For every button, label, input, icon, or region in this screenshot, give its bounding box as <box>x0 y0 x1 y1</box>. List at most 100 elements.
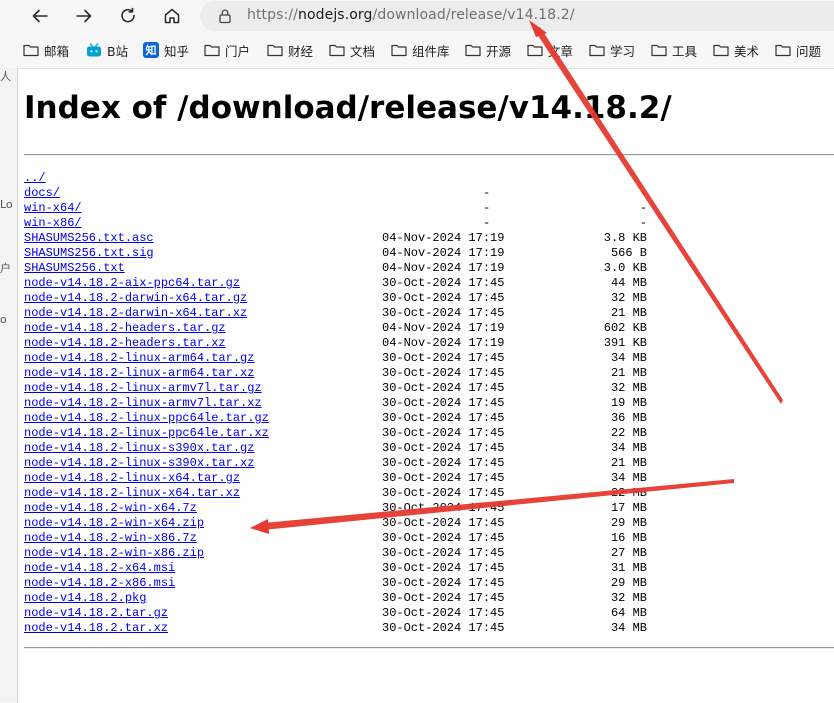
file-date: - <box>483 201 491 215</box>
file-date: 30-Oct-2024 17:45 <box>382 531 505 545</box>
folder-icon <box>204 42 220 58</box>
folder-icon <box>527 42 543 58</box>
bookmark-wenzhang[interactable]: 文章 <box>527 40 573 60</box>
file-date: 30-Oct-2024 17:45 <box>382 516 505 530</box>
file-size: 29 MB <box>610 576 647 590</box>
file-link[interactable]: SHASUMS256.txt.asc <box>24 231 154 246</box>
file-link[interactable]: node-v14.18.2-linux-ppc64le.tar.gz <box>24 411 269 426</box>
file-link[interactable]: node-v14.18.2-linux-ppc64le.tar.xz <box>24 426 269 441</box>
file-link[interactable]: node-v14.18.2-linux-armv7l.tar.gz <box>24 381 262 396</box>
file-size: 17 MB <box>610 501 647 515</box>
url-scheme: https:// <box>247 7 298 23</box>
background-text: Lo <box>0 198 13 211</box>
bookmark-gongju[interactable]: 工具 <box>651 40 697 60</box>
file-size: - <box>639 216 647 230</box>
file-link[interactable]: node-v14.18.2.pkg <box>24 591 146 606</box>
file-link[interactable]: SHASUMS256.txt <box>24 261 125 276</box>
file-link[interactable]: node-v14.18.2-aix-ppc64.tar.gz <box>24 276 240 291</box>
file-size: - <box>639 201 647 215</box>
bookmark-kaiyuan[interactable]: 开源 <box>465 40 511 60</box>
file-link[interactable]: node-v14.18.2-x86.msi <box>24 576 175 591</box>
file-date: 30-Oct-2024 17:45 <box>382 396 505 410</box>
file-link[interactable]: docs/ <box>24 186 60 201</box>
file-link[interactable]: node-v14.18.2-headers.tar.xz <box>24 336 226 351</box>
file-date: 30-Oct-2024 17:45 <box>382 426 505 440</box>
reload-icon <box>121 7 135 23</box>
file-size: 16 MB <box>610 531 647 545</box>
bookmark-zhihu[interactable]: 知 知乎 <box>143 40 189 60</box>
file-link[interactable]: node-v14.18.2-linux-x64.tar.xz <box>24 486 240 501</box>
home-button[interactable] <box>160 4 184 28</box>
bookmark-meishu[interactable]: 美术 <box>713 40 759 60</box>
forward-button[interactable] <box>72 4 96 28</box>
file-size: 34 MB <box>610 471 647 485</box>
file-link[interactable]: win-x86/ <box>24 216 82 231</box>
bookmark-youxiang[interactable]: 邮箱 <box>23 40 69 60</box>
file-link[interactable]: node-v14.18.2-headers.tar.gz <box>24 321 226 336</box>
file-link[interactable]: SHASUMS256.txt.sig <box>24 246 154 261</box>
bookmark-caijing[interactable]: 财经 <box>267 40 313 60</box>
bookmark-zujianku[interactable]: 组件库 <box>391 40 450 60</box>
file-link[interactable]: node-v14.18.2-darwin-x64.tar.gz <box>24 291 247 306</box>
folder-icon <box>465 42 481 58</box>
file-size: 21 MB <box>610 306 647 320</box>
file-size: 64 MB <box>610 606 647 620</box>
file-size: 27 MB <box>610 546 647 560</box>
bilibili-icon <box>86 42 102 58</box>
file-date: 30-Oct-2024 17:45 <box>382 291 505 305</box>
bookmark-bilibili[interactable]: B站 <box>86 40 128 60</box>
file-link[interactable]: node-v14.18.2-linux-x64.tar.gz <box>24 471 240 486</box>
file-link[interactable]: node-v14.18.2-linux-arm64.tar.gz <box>24 351 254 366</box>
file-size: 32 MB <box>610 591 647 605</box>
file-date: 30-Oct-2024 17:45 <box>382 471 505 485</box>
file-size: 21 MB <box>610 456 647 470</box>
file-size: 31 MB <box>610 561 647 575</box>
bookmark-label: 美术 <box>734 43 760 59</box>
background-text: o <box>0 313 7 326</box>
url-text[interactable]: https://nodejs.org/download/release/v14.… <box>247 7 575 23</box>
file-date: 04-Nov-2024 17:19 <box>382 321 505 335</box>
file-size: 34 MB <box>610 351 647 365</box>
file-date: 04-Nov-2024 17:19 <box>382 336 505 350</box>
bookmark-label: 工具 <box>672 43 698 59</box>
back-button[interactable] <box>28 4 52 28</box>
bookmark-wenti[interactable]: 问题 <box>775 40 821 60</box>
forward-icon <box>76 9 92 23</box>
file-link[interactable]: node-v14.18.2.tar.gz <box>24 606 168 621</box>
background-window-strip: 人 Lo 户 o <box>0 68 17 702</box>
bookmark-xuexi[interactable]: 学习 <box>589 40 635 60</box>
file-link[interactable]: node-v14.18.2-linux-arm64.tar.xz <box>24 366 254 381</box>
file-date: 30-Oct-2024 17:45 <box>382 621 505 635</box>
bookmark-menhu[interactable]: 门户 <box>204 40 250 60</box>
file-date: 30-Oct-2024 17:45 <box>382 411 505 425</box>
file-size: 22 MB <box>610 426 647 440</box>
file-date: 30-Oct-2024 17:45 <box>382 591 505 605</box>
file-date: 30-Oct-2024 17:45 <box>382 486 505 500</box>
file-size: 34 MB <box>610 621 647 635</box>
bookmark-label: 组件库 <box>412 43 450 59</box>
file-size: 21 MB <box>610 366 647 380</box>
file-link[interactable]: node-v14.18.2-win-x86.zip <box>24 546 204 561</box>
file-link[interactable]: node-v14.18.2-linux-s390x.tar.gz <box>24 441 254 456</box>
file-link[interactable]: node-v14.18.2-linux-s390x.tar.xz <box>24 456 254 471</box>
folder-icon <box>23 42 39 58</box>
file-size: 602 KB <box>603 321 647 335</box>
address-bar[interactable]: https://nodejs.org/download/release/v14.… <box>200 1 834 31</box>
folder-icon <box>589 42 605 58</box>
file-link[interactable]: node-v14.18.2-win-x64.zip <box>24 516 204 531</box>
file-date: 30-Oct-2024 17:45 <box>382 606 505 620</box>
reload-button[interactable] <box>116 4 140 28</box>
file-link[interactable]: node-v14.18.2-win-x86.7z <box>24 531 197 546</box>
file-date: 30-Oct-2024 17:45 <box>382 561 505 575</box>
page-content: Index of /download/release/v14.18.2/ ../… <box>17 68 834 703</box>
file-link[interactable]: ../ <box>24 171 46 186</box>
lock-icon[interactable] <box>218 8 232 28</box>
file-link[interactable]: node-v14.18.2-darwin-x64.tar.xz <box>24 306 247 321</box>
file-link[interactable]: node-v14.18.2-win-x64.7z <box>24 501 197 516</box>
bookmark-wendang[interactable]: 文档 <box>329 40 375 60</box>
file-link[interactable]: node-v14.18.2.tar.xz <box>24 621 168 636</box>
file-date: 30-Oct-2024 17:45 <box>382 381 505 395</box>
file-link[interactable]: node-v14.18.2-linux-armv7l.tar.xz <box>24 396 262 411</box>
file-link[interactable]: win-x64/ <box>24 201 82 216</box>
file-link[interactable]: node-v14.18.2-x64.msi <box>24 561 175 576</box>
